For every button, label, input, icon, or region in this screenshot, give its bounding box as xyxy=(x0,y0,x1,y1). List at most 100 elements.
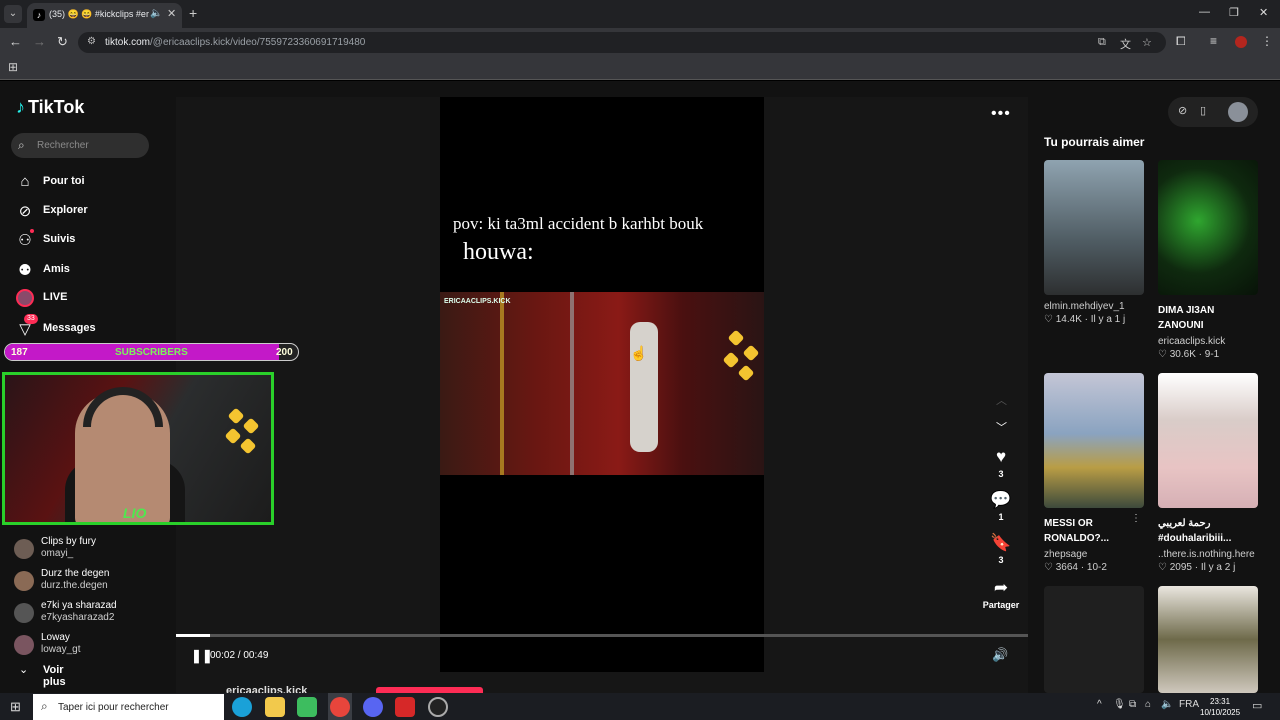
comment-icon: 💬 xyxy=(990,490,1012,509)
speaker-icon[interactable]: 🔈 xyxy=(150,8,162,19)
back-icon[interactable]: ← xyxy=(9,34,22,49)
following-icon: ⚇ xyxy=(18,232,32,249)
more-vertical-icon[interactable]: ⋮ xyxy=(1131,513,1141,524)
close-icon[interactable]: ✕ xyxy=(167,7,176,20)
minimize-icon[interactable]: — xyxy=(1199,6,1210,18)
notification-icon[interactable]: ▭ xyxy=(1252,699,1262,712)
taskbar-search-placeholder: Taper ici pour rechercher xyxy=(58,702,169,713)
more-options-icon[interactable]: ••• xyxy=(991,105,1011,123)
avatar xyxy=(14,635,34,655)
restore-icon[interactable]: ❐ xyxy=(1229,6,1239,19)
profile-avatar[interactable] xyxy=(1235,36,1247,48)
tab-search-button[interactable]: ⌄ xyxy=(4,5,22,23)
nav-label: Explorer xyxy=(43,204,88,216)
avatar[interactable] xyxy=(1228,102,1248,122)
following-item[interactable]: Loway loway_gt xyxy=(14,632,164,662)
address-bar[interactable]: ⚙ tiktok.com/@ericaaclips.kick/video/755… xyxy=(78,32,1166,53)
extensions-icon[interactable]: ⧠ xyxy=(1176,34,1186,49)
new-tab-button[interactable]: + xyxy=(189,5,197,21)
network-icon[interactable]: ⧉ xyxy=(1129,699,1136,710)
previous-video-icon[interactable]: ︿ xyxy=(996,392,1007,408)
obs-icon[interactable] xyxy=(428,697,448,717)
webcam-overlay: LIO xyxy=(2,372,274,525)
hex-light xyxy=(224,427,242,445)
recommendation-card[interactable] xyxy=(1158,586,1259,693)
top-controls: ⊘ ▯ xyxy=(1168,97,1258,127)
search-input[interactable]: ⌕ Rechercher xyxy=(11,133,149,158)
search-placeholder: Rechercher xyxy=(37,140,89,151)
recommendation-card[interactable]: DIMA JI3AN ZANOUNI ericaaclips.kick ♡ 30… xyxy=(1158,160,1259,360)
reload-icon[interactable]: ↻ xyxy=(57,34,68,50)
friends-icon: ⚉ xyxy=(18,262,32,279)
nav-label: Messages xyxy=(43,322,96,334)
following-item[interactable]: Durz the degen durz.the.degen xyxy=(14,568,164,598)
card-thumbnail xyxy=(1158,160,1258,295)
microphone-icon[interactable]: 🎙 xyxy=(1113,699,1126,710)
browser-tab[interactable]: ♪ (35) 😄 😄 #kickclips #erica 🔈 ✕ xyxy=(27,3,182,28)
tiktok-logo[interactable]: ♪ TikTok xyxy=(16,97,84,118)
like-button[interactable]: ♥ 3 xyxy=(981,447,1021,479)
window-close-icon[interactable]: ✕ xyxy=(1259,6,1268,19)
edge-icon[interactable] xyxy=(232,697,252,717)
bookmark-star-icon[interactable]: ☆ xyxy=(1142,36,1152,49)
coins-icon[interactable]: ⊘ xyxy=(1178,104,1187,117)
windows-start-icon[interactable]: ⊞ xyxy=(10,699,21,715)
nav-label: LIVE xyxy=(43,291,68,303)
card-meta: ♡ 2095 · Il y a 2 j xyxy=(1158,562,1236,573)
avatar xyxy=(14,571,34,591)
card-title: رحمة لعريبي #douhalaribiii... xyxy=(1158,518,1232,544)
share-label: Partager xyxy=(982,600,1020,610)
save-button[interactable]: 🔖 3 xyxy=(981,533,1021,565)
following-name: Durz the degen xyxy=(41,568,110,579)
media-control-icon[interactable]: ≡ xyxy=(1210,34,1217,48)
chrome-icon[interactable] xyxy=(330,697,350,717)
video-player[interactable]: ••• pov: ki ta3ml accident b karhbt bouk… xyxy=(176,97,1028,697)
volume-icon[interactable]: 🔈 xyxy=(1161,699,1173,710)
video-caption-line1: pov: ki ta3ml accident b karhbt bouk xyxy=(453,214,704,233)
recommendation-card[interactable]: MESSI OR RONALDO?... zhepsage ♡ 3664 · 1… xyxy=(1044,373,1145,573)
card-thumbnail xyxy=(1044,373,1144,508)
comment-button[interactable]: 💬 1 xyxy=(981,490,1021,522)
hex-light xyxy=(742,344,760,362)
recommendation-card[interactable] xyxy=(1044,586,1145,693)
clock[interactable]: 23:31 10/10/2025 xyxy=(1200,696,1240,718)
site-info-icon[interactable]: ⚙ xyxy=(87,36,96,47)
windows-taskbar: ⊞ ⌕ Taper ici pour rechercher ^ 🎙 ⧉ ⌂ 🔈 … xyxy=(0,693,1280,720)
volume-icon[interactable]: 🔊 xyxy=(992,647,1008,663)
discord-icon[interactable] xyxy=(363,697,383,717)
headset-shape xyxy=(83,387,163,427)
following-name: e7ki ya sharazad xyxy=(41,600,117,611)
clock-date: 10/10/2025 xyxy=(1200,708,1241,717)
app-icon[interactable] xyxy=(395,697,415,717)
following-item[interactable]: e7ki ya sharazad e7kyasharazad2 xyxy=(14,600,164,630)
video-caption-line2: houwa: xyxy=(463,239,534,265)
apps-grid-icon[interactable]: ⊞ xyxy=(8,60,18,74)
hex-light xyxy=(242,417,260,435)
share-button[interactable]: ➦ Partager xyxy=(974,578,1028,610)
store-icon[interactable] xyxy=(297,697,317,717)
video-progress-bar[interactable] xyxy=(176,634,1028,637)
card-thumbnail xyxy=(1044,160,1144,295)
device-icon[interactable]: ▯ xyxy=(1200,104,1206,117)
recommendation-card[interactable]: elmin.mehdiyev_1 ♡ 14.4K · Il y a 1 j xyxy=(1044,160,1145,325)
menu-kebab-icon[interactable]: ⋮ xyxy=(1261,34,1273,48)
translate-icon[interactable]: 文 xyxy=(1120,36,1131,52)
forward-icon[interactable]: → xyxy=(33,34,46,49)
following-item[interactable]: Clips by fury omayi_ xyxy=(14,536,164,566)
chevron-up-icon[interactable]: ^ xyxy=(1097,699,1102,710)
search-icon: ⌕ xyxy=(41,699,48,713)
clock-time: 23:31 xyxy=(1210,697,1231,706)
recommendation-card[interactable]: رحمة لعريبي #douhalaribiii... ..there.is… xyxy=(1158,373,1259,573)
next-video-icon[interactable]: ﹀ xyxy=(996,419,1007,435)
taskbar-search-input[interactable]: ⌕ Taper ici pour rechercher xyxy=(33,694,224,720)
language-indicator[interactable]: FRA xyxy=(1179,699,1199,710)
wifi-icon[interactable]: ⌂ xyxy=(1145,699,1151,710)
cast-icon[interactable]: ⧉ xyxy=(1098,36,1106,49)
home-icon: ⌂ xyxy=(20,173,30,190)
card-thumbnail xyxy=(1158,586,1258,693)
compass-icon: ⊘ xyxy=(18,203,32,220)
tab-title: (35) 😄 😄 #kickclips #erica xyxy=(49,9,149,19)
nav-label: Amis xyxy=(43,263,70,275)
url-text[interactable]: tiktok.com/@ericaaclips.kick/video/75597… xyxy=(105,37,365,48)
file-explorer-icon[interactable] xyxy=(265,697,285,717)
